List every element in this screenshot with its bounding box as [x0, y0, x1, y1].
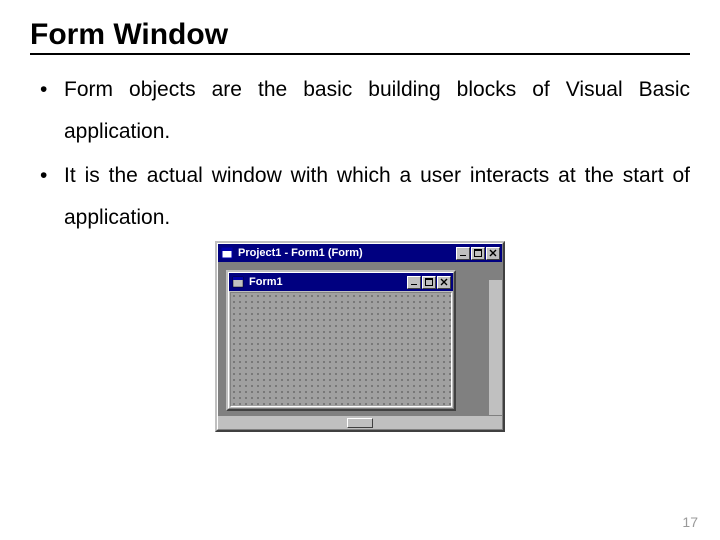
vertical-scrollbar[interactable] [488, 280, 502, 415]
form-close-button[interactable] [437, 276, 451, 289]
designer-titlebar[interactable]: Project1 - Form1 (Form) [218, 244, 502, 262]
form-title: Form1 [249, 276, 406, 288]
form-designer-icon [220, 246, 234, 260]
form-design-surface[interactable] [230, 292, 452, 407]
bullet-item: It is the actual window with which a use… [36, 155, 690, 239]
form-window[interactable]: Form1 [226, 270, 456, 411]
designer-client-area: Form1 [218, 262, 502, 429]
form-icon [231, 275, 245, 289]
designer-title: Project1 - Form1 (Form) [238, 247, 455, 259]
minimize-button[interactable] [456, 247, 470, 260]
maximize-button[interactable] [471, 247, 485, 260]
page-title: Form Window [30, 18, 690, 55]
page-number: 17 [682, 514, 698, 530]
figure: Project1 - Form1 (Form) [30, 241, 690, 432]
scrollbar-thumb[interactable] [347, 418, 373, 428]
form-minimize-button[interactable] [407, 276, 421, 289]
horizontal-scrollbar[interactable] [218, 415, 502, 429]
designer-window: Project1 - Form1 (Form) [215, 241, 505, 432]
close-button[interactable] [486, 247, 500, 260]
form-titlebar[interactable]: Form1 [229, 273, 453, 291]
form-maximize-button[interactable] [422, 276, 436, 289]
bullet-item: Form objects are the basic building bloc… [36, 69, 690, 153]
bullet-list: Form objects are the basic building bloc… [30, 69, 690, 239]
